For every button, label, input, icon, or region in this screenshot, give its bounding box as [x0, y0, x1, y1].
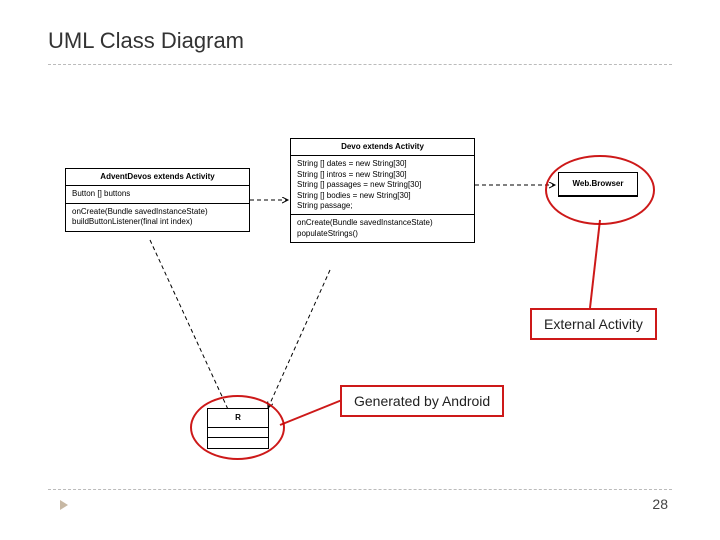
- footer-divider: [48, 489, 672, 490]
- uml-class-name: Devo extends Activity: [291, 139, 474, 156]
- uml-attr: String [] passages = new String[30]: [297, 180, 468, 190]
- uml-attributes-empty: [208, 428, 268, 438]
- uml-op: buildButtonListener(final int index): [72, 217, 243, 227]
- page-number: 28: [652, 496, 668, 512]
- uml-class-adventdevos: AdventDevos extends Activity Button [] b…: [65, 168, 250, 232]
- uml-class-devo: Devo extends Activity String [] dates = …: [290, 138, 475, 243]
- title-divider: [48, 64, 672, 65]
- uml-attributes: Button [] buttons: [66, 186, 249, 203]
- uml-class-r: R: [207, 408, 269, 449]
- footer-marker-icon: [60, 500, 68, 510]
- uml-op: onCreate(Bundle savedInstanceState): [72, 207, 243, 217]
- uml-class-name: R: [208, 409, 268, 428]
- uml-attr: String [] bodies = new String[30]: [297, 191, 468, 201]
- uml-operations-empty: [208, 438, 268, 448]
- uml-op: populateStrings(): [297, 229, 468, 239]
- uml-attributes: String [] dates = new String[30] String …: [291, 156, 474, 215]
- uml-operations: onCreate(Bundle savedInstanceState) buil…: [66, 204, 249, 231]
- uml-attr: String passage;: [297, 201, 468, 211]
- uml-attr: String [] intros = new String[30]: [297, 170, 468, 180]
- uml-class-name: Web.Browser: [559, 173, 637, 196]
- uml-operations: onCreate(Bundle savedInstanceState) popu…: [291, 215, 474, 242]
- callout-generated-android: Generated by Android: [340, 385, 504, 417]
- uml-attr: Button [] buttons: [72, 189, 243, 199]
- callout-external-activity: External Activity: [530, 308, 657, 340]
- uml-class-name: AdventDevos extends Activity: [66, 169, 249, 186]
- uml-class-webbrowser: Web.Browser: [558, 172, 638, 197]
- uml-op: onCreate(Bundle savedInstanceState): [297, 218, 468, 228]
- connector-lines: [0, 0, 720, 540]
- uml-attr: String [] dates = new String[30]: [297, 159, 468, 169]
- page-title: UML Class Diagram: [48, 28, 244, 54]
